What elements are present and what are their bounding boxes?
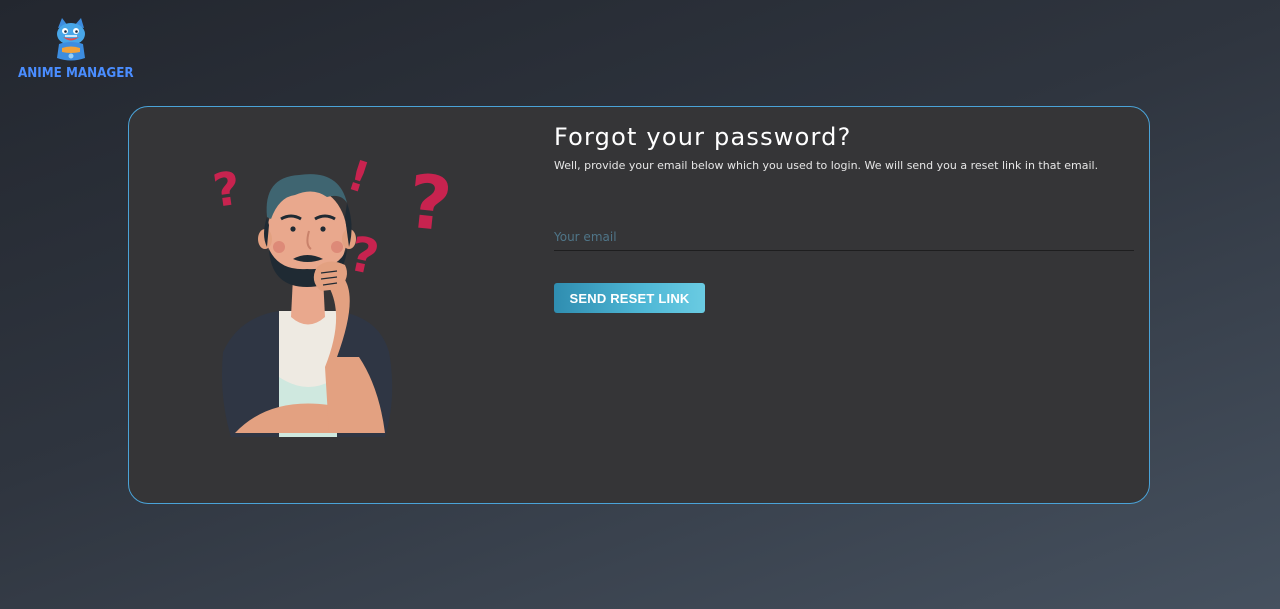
svg-text:?: ?: [404, 159, 456, 249]
cat-mascot-logo-icon: [57, 18, 85, 61]
confused-man-illustration: ? ? ? !: [210, 150, 456, 437]
email-field-wrapper: [554, 224, 1134, 251]
brand-logo[interactable]: ANIME MANAGER: [18, 16, 134, 86]
page-title: Forgot your password?: [554, 123, 852, 151]
svg-text:!: !: [342, 150, 375, 203]
brand-name: ANIME MANAGER: [18, 66, 134, 81]
email-input[interactable]: [554, 224, 1134, 250]
reset-form: Forgot your password? Well, provide your…: [554, 123, 1134, 313]
send-reset-link-button[interactable]: SEND RESET LINK: [554, 283, 705, 313]
forgot-password-card: ? ? ? ! Forgot your password? Well, prov…: [128, 106, 1150, 504]
svg-text:?: ?: [210, 161, 244, 218]
page-subtitle: Well, provide your email below which you…: [554, 159, 1099, 172]
